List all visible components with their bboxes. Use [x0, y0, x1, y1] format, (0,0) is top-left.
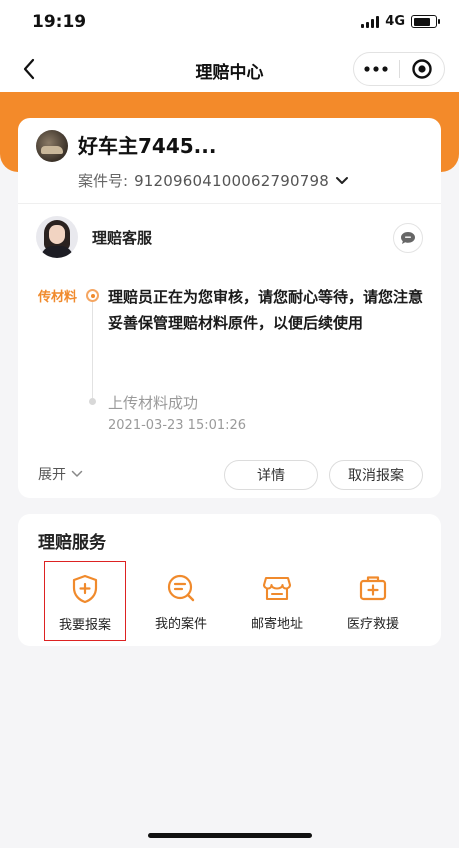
- services-title: 理赔服务: [38, 533, 106, 553]
- shield-plus-icon: [70, 574, 100, 604]
- owner-avatar: [36, 130, 68, 162]
- service-label: 我的案件: [154, 617, 207, 632]
- agent-avatar: [36, 216, 78, 258]
- service-label: 邮寄地址: [250, 617, 303, 632]
- service-my-cases[interactable]: 我的案件: [140, 561, 222, 641]
- close-miniprogram-button[interactable]: [400, 53, 445, 85]
- nav-bar: 理赔中心: [0, 46, 459, 92]
- service-mailing-address[interactable]: 邮寄地址: [236, 561, 318, 641]
- service-medical-rescue[interactable]: 医疗救援: [332, 561, 414, 641]
- chat-bubble-icon: [401, 232, 415, 244]
- target-circle-icon: [412, 59, 432, 79]
- home-indicator[interactable]: [148, 833, 312, 838]
- store-icon: [262, 573, 292, 603]
- expand-toggle[interactable]: 展开: [38, 464, 83, 484]
- chat-button[interactable]: [393, 223, 423, 253]
- more-button[interactable]: [354, 53, 399, 85]
- list-search-icon: [166, 573, 196, 603]
- signal-icon: [361, 15, 380, 28]
- timeline-active-dot: [86, 289, 99, 302]
- case-number-value: 91209604100062790798: [134, 171, 329, 190]
- case-card: 好车主7445... 案件号: 91209604100062790798 理赔客…: [18, 118, 441, 498]
- claim-services-card: 理赔服务 我要报案 我的案件 邮寄地址 医疗救援: [18, 514, 441, 646]
- timeline-prev-title: 上传材料成功: [108, 394, 199, 412]
- mini-program-capsule: [353, 52, 445, 86]
- timeline-prev-time: 2021-03-23 15:01:26: [108, 418, 247, 433]
- status-bar: 19:19 4G: [0, 0, 459, 46]
- status-time: 19:19: [32, 12, 87, 32]
- case-number-selector[interactable]: 案件号: 91209604100062790798: [78, 170, 349, 191]
- cancel-report-button[interactable]: 取消报案: [329, 460, 423, 490]
- service-label: 我要报案: [58, 618, 111, 633]
- timeline-current-message: 理赔员正在为您审核，请您耐心等待，请您注意妥善保管理赔材料原件，以便后续使用: [108, 288, 424, 332]
- owner-name: 好车主7445...: [78, 134, 217, 158]
- network-label: 4G: [385, 14, 405, 29]
- agent-name: 理赔客服: [92, 229, 153, 247]
- case-number-label: 案件号:: [78, 172, 129, 190]
- detail-button[interactable]: 详情: [224, 460, 318, 490]
- service-label: 医疗救援: [346, 617, 399, 632]
- service-report-claim[interactable]: 我要报案: [44, 561, 126, 641]
- chevron-down-icon: [71, 470, 83, 477]
- agent-row: 理赔客服: [36, 216, 423, 260]
- medical-kit-icon: [358, 573, 388, 603]
- timeline-current-tag: 传材料: [38, 290, 78, 305]
- status-indicators: 4G: [361, 14, 440, 29]
- timeline-line: [92, 298, 93, 398]
- chevron-down-icon: [335, 176, 348, 184]
- battery-icon: [411, 15, 440, 28]
- case-header: 好车主7445... 案件号: 91209604100062790798: [18, 118, 441, 204]
- more-dots-icon: [364, 66, 388, 72]
- expand-label: 展开: [38, 467, 66, 483]
- timeline-done-dot: [89, 398, 96, 405]
